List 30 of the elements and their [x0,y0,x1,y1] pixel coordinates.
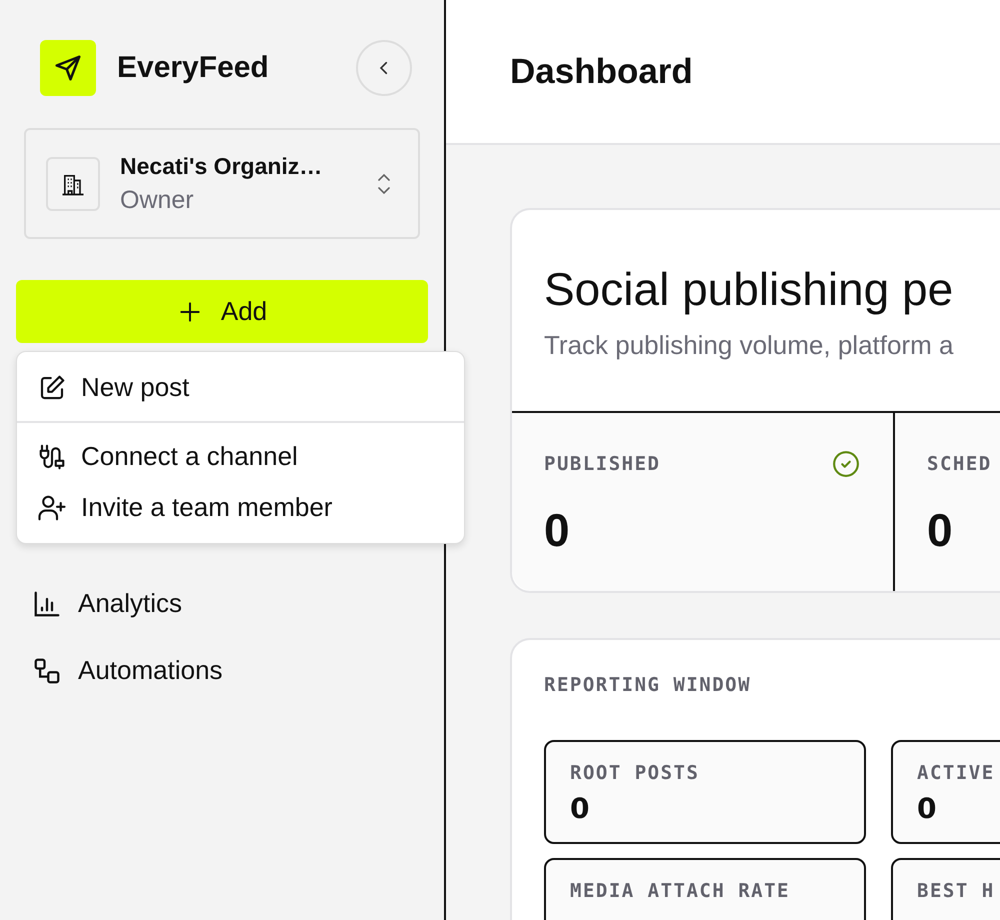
add-button[interactable]: Add [16,280,428,343]
bar-chart-icon [32,588,62,618]
stat-label: SCHED [927,453,992,475]
card-subtitle: Track publishing volume, platform a [544,330,954,361]
metric-value: 0 [570,792,590,825]
menu-item[interactable]: Invite a team member [17,482,464,533]
menu-item[interactable]: New post [17,362,464,413]
user-plus-icon [37,492,67,522]
workflow-icon [32,656,62,686]
card-title: Social publishing pe [544,262,954,316]
stat-value: 0 [927,503,954,557]
organization-role: Owner [120,186,195,214]
logo-icon [40,40,96,96]
organization-switcher[interactable]: Necati's Organiz… Owner [24,128,420,239]
menu-item[interactable]: Connect a channel [17,431,464,482]
metric-value: 0 [917,792,938,825]
section-title: REPORTING WINDOW [544,674,752,696]
metric-label: ROOT POSTS [570,762,700,784]
brand-name: EveryFeed [117,51,270,85]
page-title: Dashboard [510,52,693,92]
nav-item[interactable]: Automations [32,655,428,686]
nav-item[interactable]: Analytics [32,588,428,619]
check-circle-icon [831,449,861,479]
stat-label: PUBLISHED [544,453,660,475]
metric-label: BEST H [917,880,996,902]
metric-label: MEDIA ATTACH RATE [570,880,791,902]
organization-name: Necati's Organiz… [120,152,324,180]
building-icon [46,156,100,210]
metric-label: ACTIVE [917,762,996,784]
stat-value: 0 [544,503,571,557]
